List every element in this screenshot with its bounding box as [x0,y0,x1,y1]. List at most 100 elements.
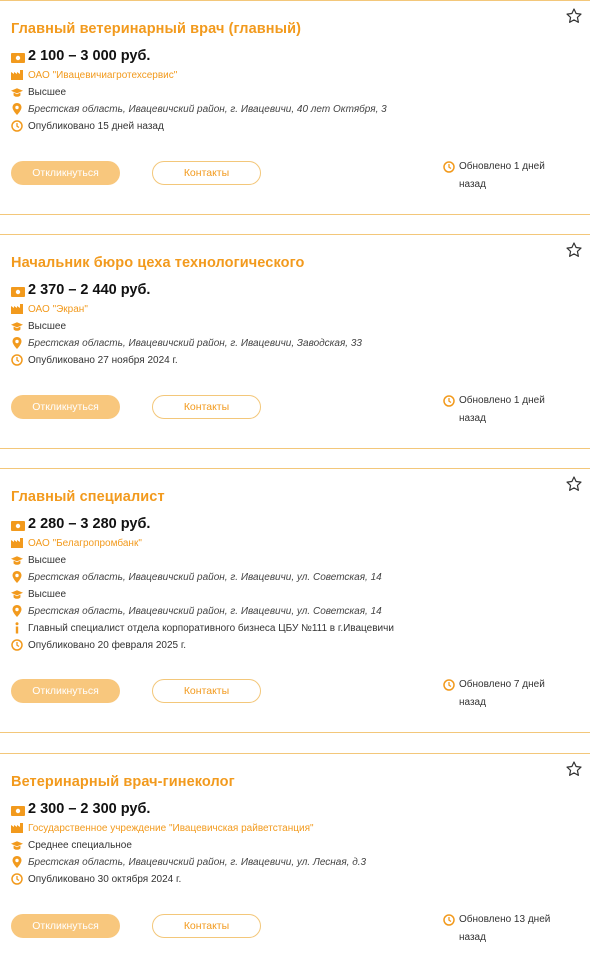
vacancy-title[interactable]: Ветеринарный врач-гинеколог [11,774,235,790]
detail-text: Опубликовано 20 февраля 2025 г. [28,639,187,651]
detail-text: Высшее [28,554,67,566]
detail-text: Брестская область, Ивацевичский район, г… [28,571,382,583]
salary: 2 280 – 3 280 руб. [11,516,150,532]
banknote-icon [11,285,25,297]
detail-published: Опубликовано 15 дней назад [11,120,164,132]
detail-text: ОАО "Ивацевичиагротехсервис" [28,69,178,81]
detail-company[interactable]: ОАО "Экран" [11,303,88,315]
graduation-cap-icon [11,839,23,851]
salary-text: 2 370 – 2 440 руб. [28,282,151,298]
detail-company[interactable]: ОАО "Ивацевичиагротехсервис" [11,69,177,81]
location-pin-icon [11,337,23,349]
detail-text: Брестская область, Ивацевичский район, г… [28,856,367,868]
contacts-button[interactable]: Контакты [152,679,261,703]
clock-icon [443,161,455,173]
contacts-button[interactable]: Контакты [152,161,261,185]
detail-education: Высшее [11,588,66,600]
factory-icon [11,822,23,834]
vacancy-card: Начальник бюро цеха технологического 2 37… [0,234,590,449]
respond-button[interactable]: Откликнуться [11,914,120,938]
clock-icon [443,679,455,691]
salary: 2 300 – 2 300 руб. [11,801,150,817]
detail-text: ОАО "Экран" [28,303,88,315]
detail-text: Брестская область, Ивацевичский район, г… [28,605,382,617]
clock-icon [11,639,23,651]
updated-info: Обновлено 13 дней назад [443,911,569,947]
detail-text: Высшее [28,320,67,332]
detail-published: Опубликовано 27 ноября 2024 г. [11,354,178,366]
detail-text: Брестская область, Ивацевичский район, г… [28,103,387,115]
detail-text: Опубликовано 30 октября 2024 г. [28,873,182,885]
salary-text: 2 100 – 3 000 руб. [28,48,151,64]
detail-text: Среднее специальное [28,839,132,851]
detail-text: Высшее [28,588,67,600]
vacancy-title[interactable]: Начальник бюро цеха технологического [11,255,304,271]
favorite-star-icon[interactable] [566,8,582,24]
info-icon [11,622,23,634]
detail-text: Опубликовано 27 ноября 2024 г. [28,354,178,366]
location-pin-icon [11,103,23,115]
updated-text: Обновлено 1 дней назад [459,161,545,190]
graduation-cap-icon [11,86,23,98]
detail-address: Брестская область, Ивацевичский район, г… [11,856,366,868]
updated-info: Обновлено 7 дней назад [443,676,569,712]
vacancy-card: Главный ветеринарный врач (главный) 2 100… [0,0,590,215]
detail-education: Высшее [11,554,66,566]
vacancy-card: Ветеринарный врач-гинеколог 2 300 – 2 300… [0,753,590,964]
vacancy-title[interactable]: Главный ветеринарный врач (главный) [11,21,301,37]
factory-icon [11,69,23,81]
respond-button[interactable]: Откликнуться [11,395,120,419]
clock-icon [11,873,23,885]
factory-icon [11,537,23,549]
banknote-icon [11,804,25,816]
detail-address: Брестская область, Ивацевичский район, г… [11,605,382,617]
updated-info: Обновлено 1 дней назад [443,392,569,428]
detail-education: Высшее [11,86,66,98]
clock-icon [443,395,455,407]
salary-text: 2 300 – 2 300 руб. [28,801,151,817]
location-pin-icon [11,856,23,868]
salary: 2 370 – 2 440 руб. [11,282,150,298]
favorite-star-icon[interactable] [566,242,582,258]
banknote-icon [11,51,25,63]
contacts-button[interactable]: Контакты [152,914,261,938]
banknote-icon [11,519,25,531]
vacancy-list: Главный ветеринарный врач (главный) 2 100… [0,0,590,964]
factory-icon [11,303,23,315]
detail-address: Брестская область, Ивацевичский район, г… [11,571,382,583]
detail-published: Опубликовано 30 октября 2024 г. [11,873,181,885]
contacts-button[interactable]: Контакты [152,395,261,419]
updated-text: Обновлено 7 дней назад [459,679,545,708]
favorite-star-icon[interactable] [566,476,582,492]
graduation-cap-icon [11,554,23,566]
detail-text: Высшее [28,86,67,98]
detail-text: Государственное учреждение "Ивацевичская… [28,822,314,834]
detail-company[interactable]: ОАО "Белагропромбанк" [11,537,142,549]
detail-published: Опубликовано 20 февраля 2025 г. [11,639,186,651]
updated-info: Обновлено 1 дней назад [443,158,569,194]
updated-text: Обновлено 1 дней назад [459,395,545,424]
clock-icon [11,354,23,366]
salary: 2 100 – 3 000 руб. [11,48,150,64]
vacancy-card: Главный специалист 2 280 – 3 280 руб. ОАО … [0,468,590,733]
updated-text: Обновлено 13 дней назад [459,914,551,943]
detail-address: Брестская область, Ивацевичский район, г… [11,337,362,349]
location-pin-icon [11,605,23,617]
detail-education: Высшее [11,320,66,332]
respond-button[interactable]: Откликнуться [11,161,120,185]
respond-button[interactable]: Откликнуться [11,679,120,703]
detail-company[interactable]: Государственное учреждение "Ивацевичская… [11,822,314,834]
detail-text: Брестская область, Ивацевичский район, г… [28,337,362,349]
graduation-cap-icon [11,588,23,600]
clock-icon [443,914,455,926]
detail-text: ОАО "Белагропромбанк" [28,537,142,549]
detail-text: Опубликовано 15 дней назад [28,120,164,132]
clock-icon [11,120,23,132]
salary-text: 2 280 – 3 280 руб. [28,516,151,532]
detail-education: Среднее специальное [11,839,132,851]
favorite-star-icon[interactable] [566,761,582,777]
location-pin-icon [11,571,23,583]
detail-address: Брестская область, Ивацевичский район, г… [11,103,387,115]
detail-text: Главный специалист отдела корпоративного… [28,622,394,634]
vacancy-title[interactable]: Главный специалист [11,489,165,505]
